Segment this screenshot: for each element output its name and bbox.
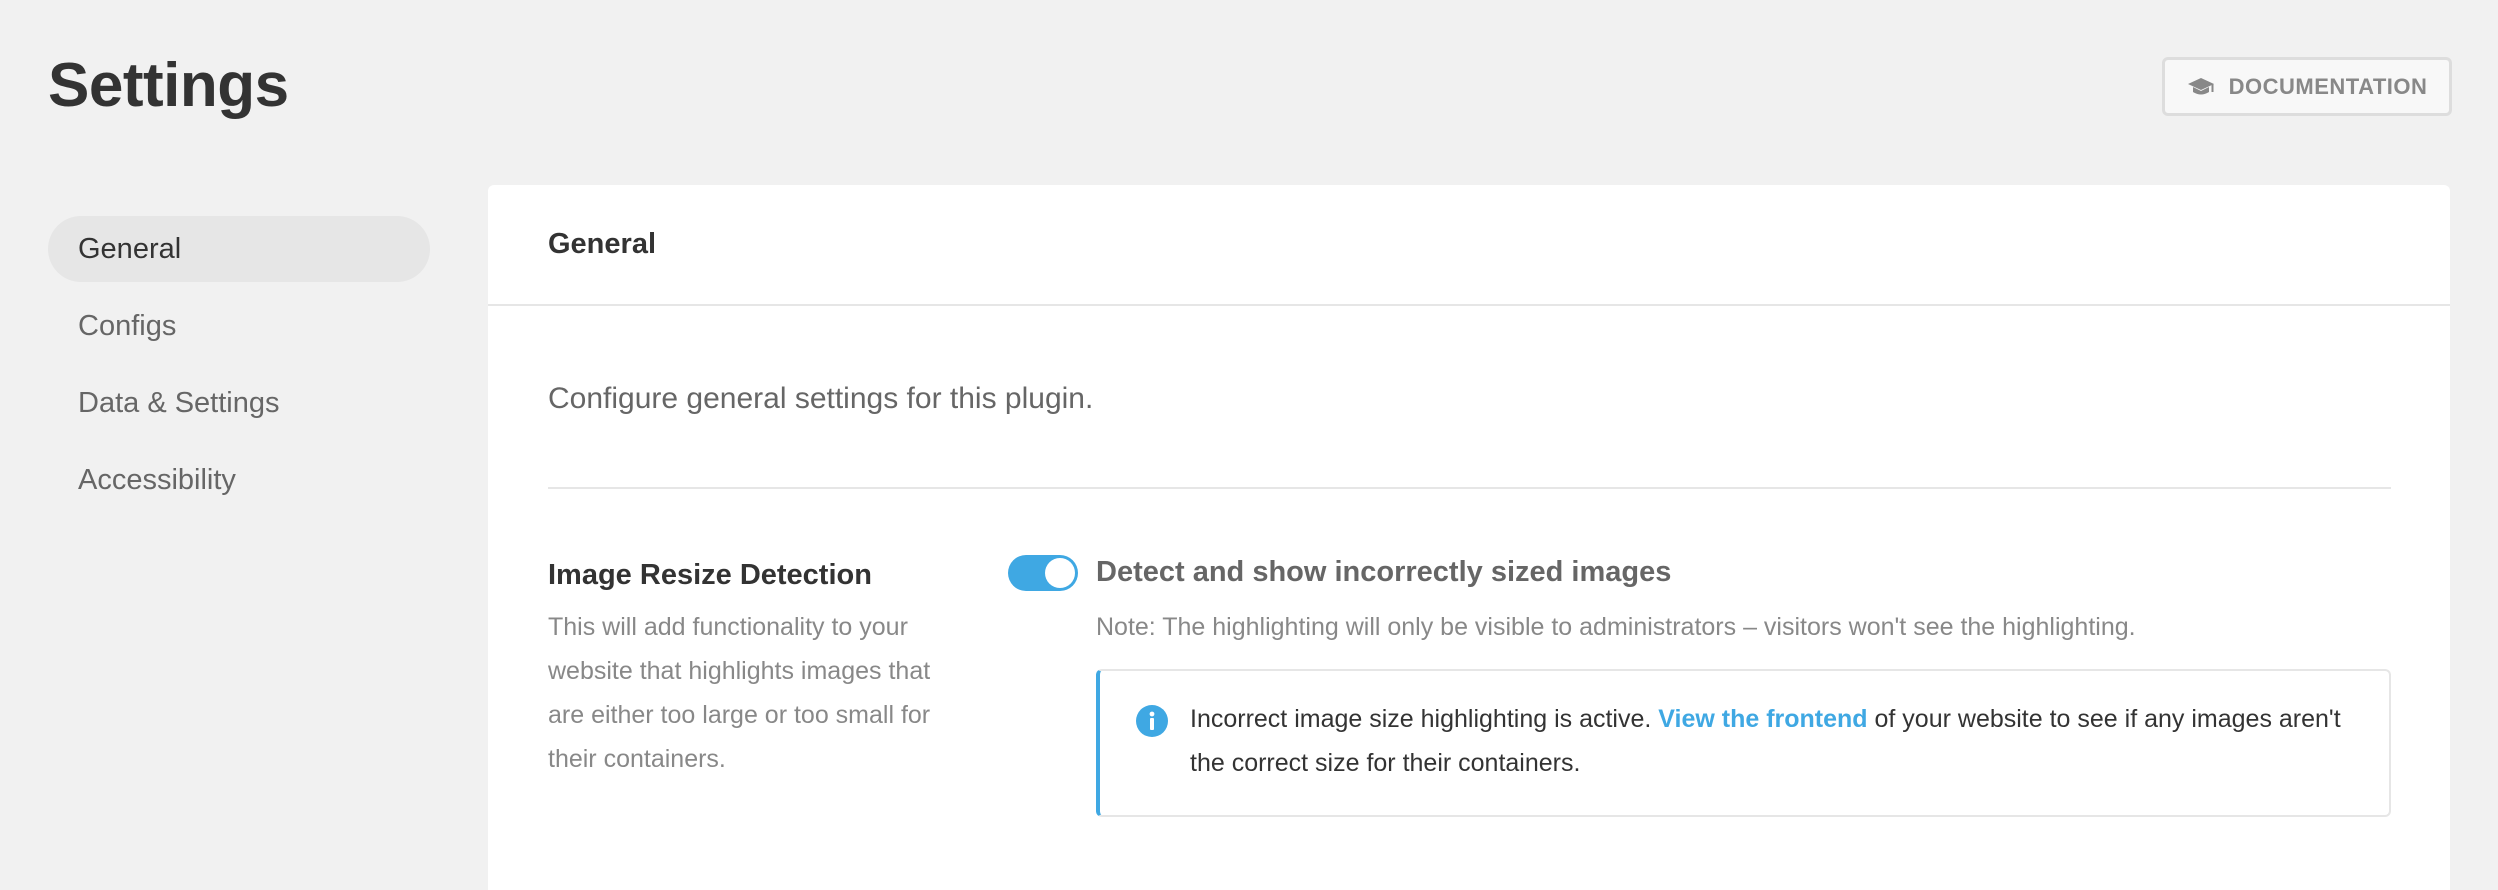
page-title: Settings [48,51,289,120]
setting-description: This will add functionality to your webs… [548,613,931,773]
documentation-button[interactable]: DOCUMENTATION [2162,57,2452,116]
notice-text: Incorrect image size highlighting is act… [1190,697,2360,785]
image-resize-toggle[interactable] [1008,555,1078,591]
setting-label: Image Resize Detection [548,559,872,591]
graduation-cap-icon [2187,77,2215,97]
documentation-label: DOCUMENTATION [2228,73,2428,99]
sidebar-item-general[interactable]: General [48,216,430,282]
card-header: General [488,185,2450,306]
settings-page: Settings DOCUMENTATION General Configs D… [0,0,2498,890]
view-frontend-link[interactable]: View the frontend [1658,705,1867,733]
toggle-knob [1045,558,1075,588]
sidebar-nav: General Configs Data & Settings Accessib… [48,216,430,524]
setting-note: Note: The highlighting will only be visi… [1096,613,2136,641]
settings-card: General Configure general settings for t… [488,185,2450,890]
card-title: General [548,228,656,260]
sidebar-item-data-settings[interactable]: Data & Settings [48,370,430,436]
card-intro: Configure general settings for this plug… [548,382,1094,415]
sidebar-item-accessibility[interactable]: Accessibility [48,447,430,513]
sidebar-item-configs[interactable]: Configs [48,293,430,359]
info-icon [1136,705,1168,737]
notice-text-before: Incorrect image size highlighting is act… [1190,705,1652,733]
toggle-label: Detect and show incorrectly sized images [1096,556,1672,588]
section-divider [548,487,2391,489]
info-notice: Incorrect image size highlighting is act… [1096,669,2391,817]
